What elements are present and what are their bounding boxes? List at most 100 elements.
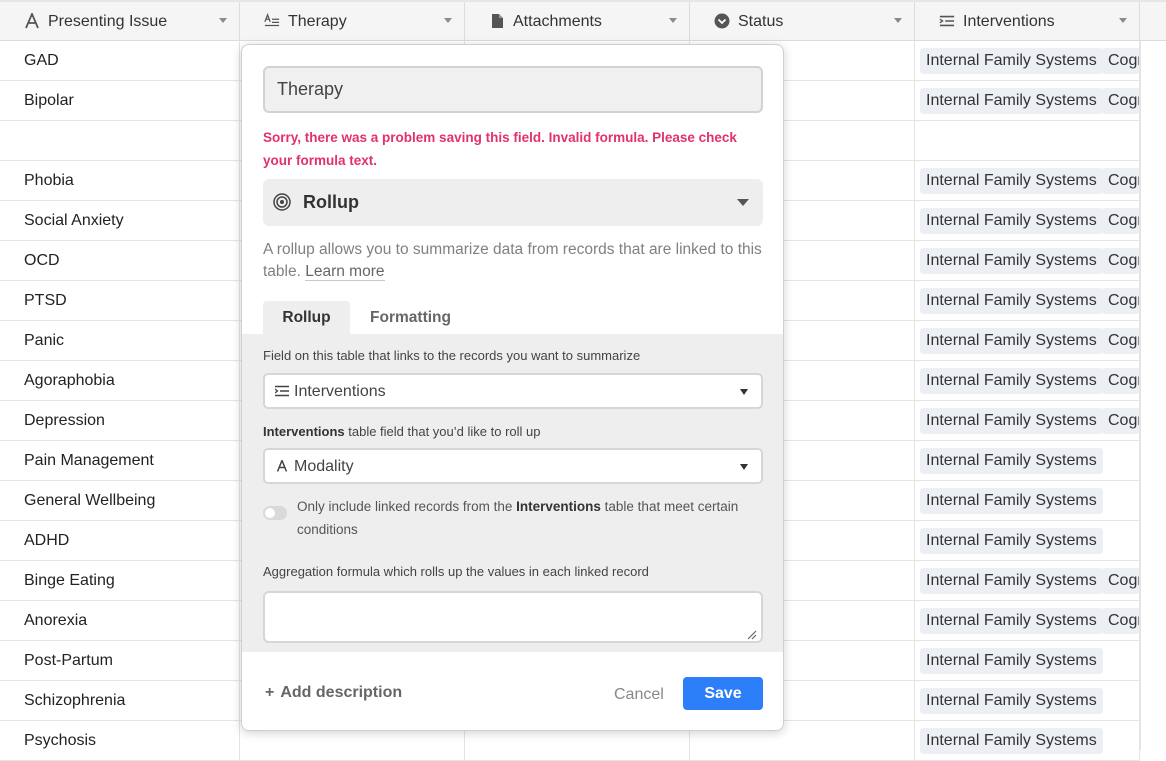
linked-list-icon [939,12,955,30]
column-header-status[interactable]: Status [690,2,915,41]
interventions-cell[interactable]: Internal Family Systems [915,721,1140,760]
presenting-issue-cell[interactable]: Binge Eating [0,561,240,600]
interventions-cell[interactable]: Internal Family SystemsCognitive [915,321,1140,360]
presenting-issue-cell[interactable]: Depression [0,401,240,440]
intervention-tag: Cognitive [1102,328,1139,354]
presenting-issue-cell[interactable]: Pain Management [0,441,240,480]
intervention-tag: Internal Family Systems [920,168,1103,194]
intervention-tag: Internal Family Systems [920,408,1103,434]
intervention-tag: Cognitive [1102,48,1139,74]
interventions-cell[interactable]: Internal Family Systems [915,641,1140,680]
presenting-issue-cell[interactable]: GAD [0,41,240,80]
presenting-issue-cell[interactable]: General Wellbeing [0,481,240,520]
column-header-label: Presenting Issue [48,12,168,30]
interventions-cell[interactable]: Internal Family Systems [915,481,1140,520]
chevron-down-icon[interactable] [444,18,452,23]
rollup-spiral-icon [273,193,291,211]
presenting-issue-cell[interactable]: Social Anxiety [0,201,240,240]
intervention-tag: Cognitive [1102,288,1139,314]
column-header-presenting-issue[interactable]: Presenting Issue [0,2,240,41]
formula-lines-icon [264,12,280,30]
presenting-issue-cell[interactable]: Psychosis [0,721,240,760]
intervention-tag: Internal Family Systems [920,488,1103,514]
rollup-field-select[interactable]: Modality [263,448,763,484]
tab-formatting[interactable]: Formatting [353,301,468,334]
learn-more-link[interactable]: Learn more [305,263,385,281]
rollup-label-rest: table field that you’d like to roll up [348,424,541,439]
tab-rollup[interactable]: Rollup [263,301,350,334]
condition-toggle[interactable] [263,506,287,520]
rollup-panel: Field on this table that links to the re… [242,334,783,652]
interventions-cell[interactable]: Internal Family SystemsCognitive [915,41,1140,80]
add-description-button[interactable]: + Add description [265,684,402,702]
presenting-issue-cell[interactable]: Phobia [0,161,240,200]
resize-grip-icon[interactable] [747,627,757,640]
cancel-button[interactable]: Cancel [614,686,664,704]
presenting-issue-cell[interactable]: Agoraphobia [0,361,240,400]
intervention-tag: Internal Family Systems [920,208,1103,234]
error-message: Sorry, there was a problem saving this f… [263,130,737,168]
interventions-cell[interactable]: Internal Family SystemsCognitive [915,281,1140,320]
intervention-tag: Internal Family Systems [920,368,1103,394]
link-field-select[interactable]: Interventions [263,373,763,409]
interventions-cell[interactable] [915,121,1140,160]
toggle-knob [265,508,275,518]
rollup-field-value: Modality [294,458,354,475]
save-button[interactable]: Save [683,677,763,710]
interventions-cell[interactable]: Internal Family Systems [915,441,1140,480]
intervention-tag: Internal Family Systems [920,328,1103,354]
column-header-label: Status [738,12,784,30]
chevron-down-icon[interactable] [669,18,677,23]
grid-header: Presenting Issue Therapy Attachments Sta… [0,0,1166,41]
presenting-issue-cell[interactable] [0,121,240,160]
interventions-cell[interactable]: Internal Family Systems [915,521,1140,560]
chevron-down-icon[interactable] [1119,18,1127,23]
interventions-cell[interactable]: Internal Family SystemsCognitive [915,241,1140,280]
intervention-tag: Cognitive [1102,88,1139,114]
rollup-label-table: Interventions [263,424,345,439]
aggregation-formula-input[interactable] [263,591,763,643]
interventions-cell[interactable]: Internal Family Systems [915,681,1140,720]
chevron-down-icon [737,199,749,206]
interventions-cell[interactable]: Internal Family SystemsCognitive [915,161,1140,200]
column-header-interventions[interactable]: Interventions [915,2,1140,41]
presenting-issue-cell[interactable]: OCD [0,241,240,280]
presenting-issue-cell[interactable]: PTSD [0,281,240,320]
interventions-cell[interactable]: Internal Family SystemsCognitive [915,601,1140,640]
chevron-down-icon[interactable] [219,18,227,23]
field-type-select[interactable]: Rollup [263,179,763,226]
condition-table: Interventions [516,499,601,514]
rollup-field-label: Interventions table field that you’d lik… [263,424,540,439]
column-header-therapy[interactable]: Therapy [240,2,465,41]
intervention-tag: Cognitive [1102,368,1139,394]
vertical-scrollbar[interactable] [1140,41,1166,750]
presenting-issue-cell[interactable]: Post-Partum [0,641,240,680]
interventions-cell[interactable]: Internal Family SystemsCognitive [915,201,1140,240]
field-name-input[interactable]: Therapy [263,66,763,113]
intervention-tag: Internal Family Systems [920,568,1103,594]
document-icon [489,12,505,30]
field-config-dialog: Therapy Sorry, there was a problem savin… [241,44,784,731]
interventions-cell[interactable]: Internal Family SystemsCognitive [915,361,1140,400]
intervention-tag: Internal Family Systems [920,688,1103,714]
presenting-issue-cell[interactable]: Anorexia [0,601,240,640]
interventions-cell[interactable]: Internal Family SystemsCognitive [915,561,1140,600]
chevron-down-icon[interactable] [894,18,902,23]
plus-icon: + [265,684,275,701]
status-chevron-icon [714,12,730,30]
presenting-issue-cell[interactable]: Panic [0,321,240,360]
intervention-tag: Internal Family Systems [920,288,1103,314]
intervention-tag: Cognitive [1102,568,1139,594]
presenting-issue-cell[interactable]: ADHD [0,521,240,560]
intervention-tag: Internal Family Systems [920,88,1103,114]
aggregation-label: Aggregation formula which rolls up the v… [263,564,649,579]
presenting-issue-cell[interactable]: Schizophrenia [0,681,240,720]
intervention-tag: Cognitive [1102,248,1139,274]
interventions-cell[interactable]: Internal Family SystemsCognitive [915,81,1140,120]
text-icon [275,459,289,473]
presenting-issue-cell[interactable]: Bipolar [0,81,240,120]
linked-list-icon [275,384,289,398]
text-icon [24,12,40,30]
column-header-attachments[interactable]: Attachments [465,2,690,41]
interventions-cell[interactable]: Internal Family SystemsCognitive [915,401,1140,440]
